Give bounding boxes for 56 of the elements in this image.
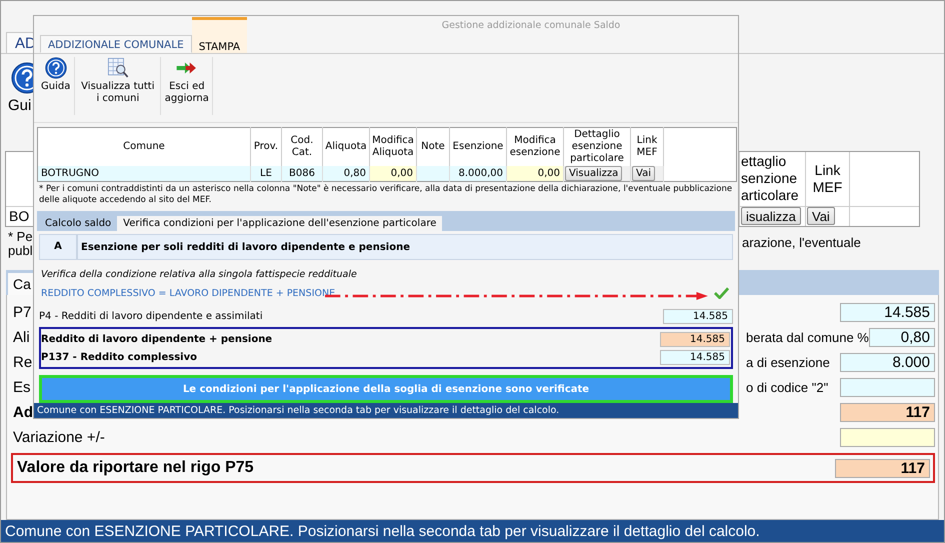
row-label: Re <box>13 354 32 372</box>
value-field[interactable]: 14.585 <box>663 308 733 324</box>
status-text: Comune con ESENZIONE PARTICOLARE. Posizionarsi nella seconda tab per visualizzare il dettaglio del calcolo. <box>37 405 560 416</box>
row-label: Variazione +/- <box>13 429 105 446</box>
table-cell: BOTRUGNO <box>38 166 250 182</box>
table-cell: LE <box>250 166 282 182</box>
value-field[interactable]: 0,80 <box>868 328 935 348</box>
total-label: Valore da riportare nel rigo P75 <box>17 459 254 478</box>
row-label: a di esenzione <box>745 355 831 370</box>
note-text: arazione, l'eventuale <box>742 234 861 252</box>
section-title: Esenzione per soli redditi di lavoro dipendente e pensione <box>80 242 410 253</box>
caption-text: Verifica della condizione relativa alla singola fattispecie reddituale <box>41 269 358 280</box>
window-title: Gestione addizionale comunale Saldo <box>442 20 620 32</box>
table-cell: 0,80 <box>322 166 370 182</box>
formula-text: REDDITO COMPLESSIVO = LAVORO DIPENDENTE + PENSIONE <box>41 288 336 299</box>
note-text: * Per i comuni contraddistinti da un asterisco nella colonna "Note" è necessario verificare, alla data di presentazione della dichiarazione, l'eventuale pubblicazione delle aliquote accedendo al sito del MEF. <box>39 184 734 208</box>
value-field[interactable]: 14.585 <box>660 350 730 365</box>
row-label: P7 <box>13 304 32 322</box>
row-label: Ad <box>13 404 33 422</box>
row-label: P137 - Reddito complessivo <box>41 352 197 363</box>
value-field[interactable]: 14.585 <box>660 332 730 347</box>
toolbar-button[interactable]: Visualizza tutti i comuni <box>75 57 162 116</box>
value-field[interactable]: 8.000 <box>840 353 935 372</box>
row-label: Reddito di lavoro dipendente + pensione <box>41 334 272 345</box>
row-label: Es <box>13 379 31 396</box>
grid-search-icon <box>106 57 129 80</box>
link-button[interactable]: Vai <box>632 166 655 182</box>
row-label: o di codice "2" <box>745 380 830 396</box>
table-cell: B086 <box>282 166 322 182</box>
view-button[interactable]: Visualizza <box>565 166 622 182</box>
note-text: * Pe <box>8 230 33 244</box>
section-tab[interactable]: Verifica condizioni per l'applicazione dell'esenzione particolare <box>117 216 442 232</box>
toolbar-label[interactable]: Gui <box>8 96 32 114</box>
ribbon-tab[interactable]: STAMPA <box>192 17 248 54</box>
note-text: publ <box>8 244 33 258</box>
section-letter: A <box>40 235 78 260</box>
value-field[interactable] <box>840 378 935 398</box>
toolbar-button[interactable]: Guida <box>37 57 76 116</box>
status-text: Comune con ESENZIONE PARTICOLARE. Posizionarsi nella seconda tab per visualizzare il dettaglio del calcolo. <box>5 522 760 540</box>
value-field[interactable]: 14.585 <box>840 303 935 322</box>
value-field[interactable] <box>840 428 935 448</box>
row-label: P4 - Redditi di lavoro dipendente e assimilati <box>39 310 263 322</box>
table-cell: BO <box>9 208 30 224</box>
value-field[interactable]: 117 <box>840 403 935 422</box>
link-button[interactable]: Vai <box>807 207 835 226</box>
ribbon-tab[interactable]: ADDIZIONALE COMUNALE <box>40 35 192 54</box>
toolbar-button[interactable]: Esci ed aggiorna <box>161 57 214 116</box>
total-field[interactable]: 117 <box>835 458 930 478</box>
row-label: Ali <box>13 329 30 346</box>
section-tab[interactable]: Calcolo saldo <box>39 216 118 232</box>
help-icon <box>44 57 67 80</box>
row-label: berata dal comune % <box>745 330 869 346</box>
view-button[interactable]: isualizza <box>741 207 801 226</box>
table-cell[interactable]: 0,00 <box>370 166 416 182</box>
table-cell: 8.000,00 <box>450 166 506 182</box>
table-cell[interactable]: 0,00 <box>506 166 564 182</box>
